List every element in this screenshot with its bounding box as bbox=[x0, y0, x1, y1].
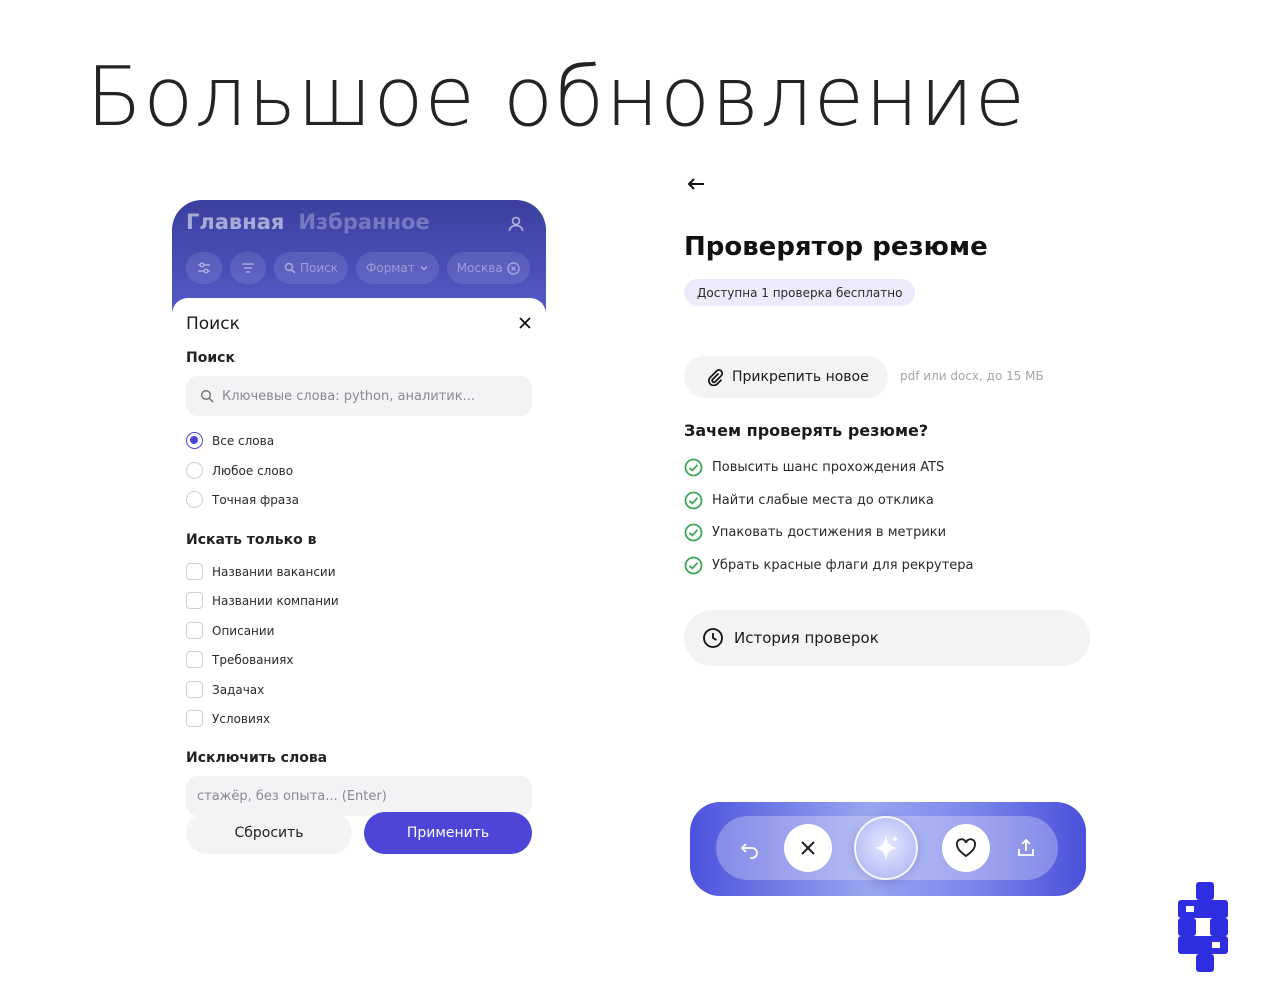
checkbox[interactable] bbox=[186, 681, 203, 698]
history-label: История проверок bbox=[734, 629, 879, 647]
search-section-label: Поиск bbox=[186, 350, 235, 366]
search-filter-screen: Главная Избранное Поиск Формат Москва По… bbox=[172, 200, 546, 880]
settings-chip[interactable] bbox=[186, 252, 222, 284]
phone-header: Главная Избранное Поиск Формат Москва bbox=[172, 200, 546, 312]
checkbox[interactable] bbox=[186, 622, 203, 639]
match-option-any[interactable]: Любое слово bbox=[186, 462, 293, 479]
radio-button[interactable] bbox=[186, 462, 203, 479]
clock-icon bbox=[703, 628, 723, 648]
paperclip-icon bbox=[708, 369, 724, 386]
chevron-down-icon bbox=[420, 266, 428, 271]
scope-section-label: Искать только в bbox=[186, 532, 317, 548]
page-headline: Большое обновление bbox=[86, 50, 1027, 145]
sort-chip[interactable] bbox=[230, 252, 266, 284]
reason-item: Повысить шанс прохождения ATS bbox=[684, 458, 944, 477]
arrow-left-icon[interactable] bbox=[686, 176, 706, 192]
city-chip-label: Москва bbox=[456, 261, 503, 275]
scope-option-company[interactable]: Названии компании bbox=[186, 592, 339, 609]
dislike-button[interactable] bbox=[784, 824, 832, 872]
reset-button[interactable]: Сбросить bbox=[186, 812, 352, 854]
undo-icon bbox=[740, 843, 758, 859]
keywords-placeholder: Ключевые слова: python, аналитик... bbox=[222, 388, 475, 404]
scope-option-label: Названии вакансии bbox=[212, 564, 336, 579]
reason-text: Повысить шанс прохождения ATS bbox=[712, 460, 945, 475]
undo-button[interactable] bbox=[736, 836, 764, 864]
match-option-label: Точная фраза bbox=[212, 492, 299, 507]
reason-text: Упаковать достижения в метрики bbox=[712, 525, 947, 540]
scope-option-tasks[interactable]: Задачах bbox=[186, 681, 264, 698]
share-button[interactable] bbox=[1012, 834, 1040, 862]
clear-icon[interactable] bbox=[507, 261, 520, 275]
reason-text: Найти слабые места до отклика bbox=[712, 493, 934, 508]
scope-option-requirements[interactable]: Требованиях bbox=[186, 651, 293, 668]
free-check-badge: Доступна 1 проверка бесплатно bbox=[684, 279, 916, 306]
check-circle-icon bbox=[684, 556, 703, 575]
reason-item: Найти слабые места до отклика bbox=[684, 491, 934, 510]
match-option-exact[interactable]: Точная фраза bbox=[186, 491, 299, 508]
format-chip[interactable]: Формат bbox=[356, 252, 439, 284]
share-icon bbox=[1018, 838, 1034, 856]
scope-option-conditions[interactable]: Условиях bbox=[186, 710, 270, 727]
checkbox[interactable] bbox=[186, 710, 203, 727]
user-icon[interactable] bbox=[506, 214, 526, 234]
checkbox[interactable] bbox=[186, 563, 203, 580]
checker-title: Проверятор резюме bbox=[684, 232, 988, 262]
close-icon[interactable] bbox=[518, 316, 532, 330]
scope-option-label: Названии компании bbox=[212, 593, 339, 608]
check-circle-icon bbox=[684, 458, 703, 477]
radio-button[interactable] bbox=[186, 432, 203, 449]
match-option-label: Любое слово bbox=[212, 463, 294, 478]
close-icon bbox=[801, 841, 815, 855]
why-title: Зачем проверять резюме? bbox=[684, 421, 929, 440]
filter-chip-row: Поиск Формат Москва bbox=[186, 252, 530, 284]
filter-lines-icon bbox=[242, 263, 254, 273]
checkbox[interactable] bbox=[186, 651, 203, 668]
search-sheet: Поиск Поиск Ключевые слова: python, анал… bbox=[172, 298, 546, 880]
tab-main[interactable]: Главная bbox=[186, 210, 284, 234]
search-icon bbox=[200, 389, 214, 403]
exclude-section-label: Исключить слова bbox=[186, 750, 328, 766]
attach-hint: pdf или docx, до 15 МБ bbox=[900, 369, 1044, 383]
attach-label: Прикрепить новое bbox=[732, 369, 869, 385]
check-circle-icon bbox=[684, 491, 703, 510]
search-chip[interactable]: Поиск bbox=[274, 252, 349, 284]
scope-option-label: Описании bbox=[212, 623, 275, 638]
scope-option-vacancy[interactable]: Названии вакансии bbox=[186, 563, 336, 580]
radio-button[interactable] bbox=[186, 491, 203, 508]
heart-icon bbox=[955, 838, 977, 858]
scope-option-description[interactable]: Описании bbox=[186, 622, 274, 639]
scope-option-label: Задачах bbox=[212, 682, 265, 697]
header-tabs: Главная Избранное bbox=[186, 210, 430, 234]
reason-text: Убрать красные флаги для рекрутера bbox=[712, 558, 974, 573]
search-chip-label: Поиск bbox=[300, 261, 339, 275]
apply-button[interactable]: Применить bbox=[364, 812, 532, 854]
swipe-action-bar bbox=[690, 802, 1086, 896]
search-icon bbox=[284, 262, 296, 274]
scope-option-label: Требованиях bbox=[212, 652, 294, 667]
reason-item: Убрать красные флаги для рекрутера bbox=[684, 556, 974, 575]
match-option-label: Все слова bbox=[212, 433, 275, 448]
tab-favorites[interactable]: Избранное bbox=[298, 210, 429, 234]
ai-button[interactable] bbox=[854, 816, 918, 880]
brand-logo-icon bbox=[1178, 882, 1228, 972]
attach-resume-button[interactable]: Прикрепить новое bbox=[684, 356, 888, 398]
reason-item: Упаковать достижения в метрики bbox=[684, 523, 946, 542]
sliders-icon bbox=[198, 262, 210, 274]
sparkle-icon bbox=[875, 835, 899, 861]
like-button[interactable] bbox=[942, 824, 990, 872]
sheet-title: Поиск bbox=[186, 314, 240, 334]
check-history-button[interactable]: История проверок bbox=[684, 610, 1090, 666]
scope-option-label: Условиях bbox=[212, 711, 271, 726]
exclude-words-input[interactable]: стажёр, без опыта... (Enter) bbox=[186, 776, 532, 816]
format-chip-label: Формат bbox=[366, 261, 415, 275]
check-circle-icon bbox=[684, 523, 703, 542]
match-option-all[interactable]: Все слова bbox=[186, 432, 274, 449]
city-chip[interactable]: Москва bbox=[446, 252, 530, 284]
exclude-placeholder: стажёр, без опыта... (Enter) bbox=[197, 788, 387, 804]
keywords-input[interactable]: Ключевые слова: python, аналитик... bbox=[186, 376, 532, 416]
checkbox[interactable] bbox=[186, 592, 203, 609]
